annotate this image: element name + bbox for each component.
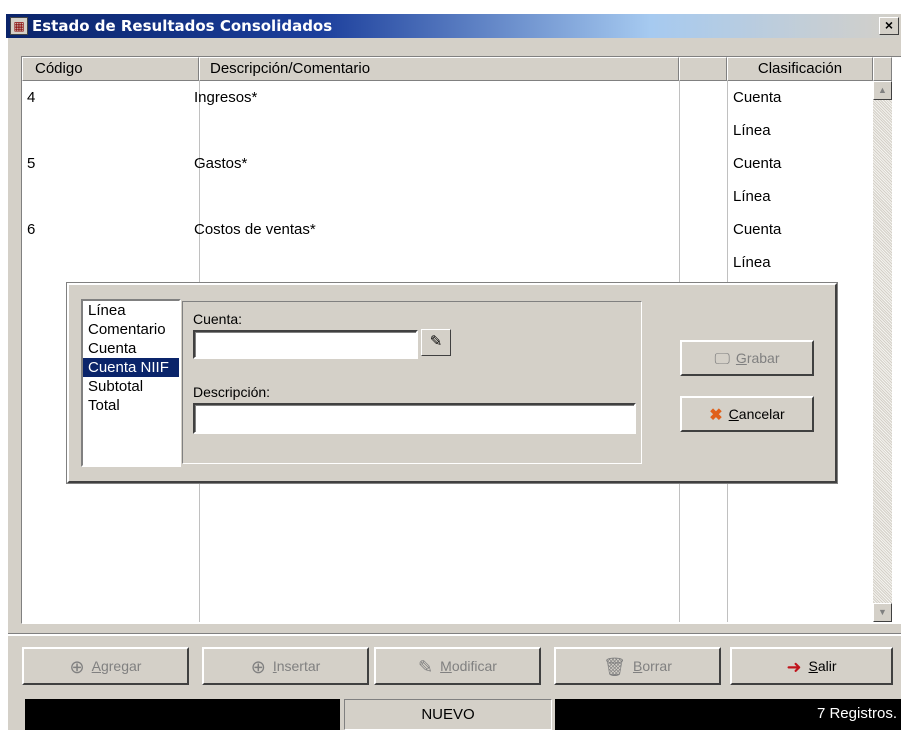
type-option-total[interactable]: Total [83, 396, 179, 415]
fields-group: Cuenta: ✎ Descripción: [182, 301, 642, 464]
cell-clasificacion[interactable]: Línea [733, 120, 771, 142]
red-x-icon: ✖ [709, 407, 723, 424]
cell-descripcion[interactable]: Gastos* [194, 153, 247, 175]
modificar-button[interactable]: ✎ Modificar [374, 647, 541, 685]
cell-descripcion[interactable]: Ingresos* [194, 87, 257, 109]
type-listbox[interactable]: Línea Comentario Cuenta Cuenta NIIF Subt… [81, 299, 181, 467]
type-option-cuenta[interactable]: Cuenta [83, 339, 179, 358]
trash-icon: 🗑 [603, 657, 626, 677]
borrar-button[interactable]: 🗑 Borrar [554, 647, 721, 685]
title-bar[interactable]: ▦ Estado de Resultados Consolidados × [6, 14, 901, 38]
scroll-down-icon[interactable]: ▼ [873, 603, 892, 622]
cancelar-button[interactable]: ✖ Cancelar [680, 396, 814, 432]
search-lookup-icon[interactable]: ✎ [421, 329, 451, 356]
type-option-linea[interactable]: Línea [83, 301, 179, 320]
cell-descripcion[interactable]: Costos de ventas* [194, 219, 316, 241]
cell-codigo[interactable]: 5 [27, 153, 35, 175]
status-left [25, 699, 340, 730]
descripcion-input[interactable] [193, 403, 636, 434]
window-title: Estado de Resultados Consolidados [32, 17, 333, 35]
grabar-button[interactable]: 🖵 Grabar [680, 340, 814, 376]
status-mode: NUEVO [344, 699, 552, 730]
entry-dialog: Línea Comentario Cuenta Cuenta NIIF Subt… [67, 283, 837, 483]
type-option-subtotal[interactable]: Subtotal [83, 377, 179, 396]
type-option-comentario[interactable]: Comentario [83, 320, 179, 339]
descripcion-label: Descripción: [193, 384, 271, 400]
salir-button[interactable]: ➜ Salir [730, 647, 893, 685]
bottom-toolbar: ⊕ Agregar ⊕ Insertar ✎ Modificar 🗑 Borrar ➜ S… [8, 634, 901, 685]
cell-codigo[interactable]: 4 [27, 87, 35, 109]
vertical-scrollbar[interactable]: ▲ ▼ [873, 81, 892, 622]
cell-codigo[interactable]: 6 [27, 219, 35, 241]
cell-clasificacion[interactable]: Línea [733, 186, 771, 208]
cuenta-label: Cuenta: [193, 311, 243, 327]
column-header-descripcion[interactable]: Descripción/Comentario [199, 57, 679, 81]
edit-pencil-icon: ✎ [418, 657, 434, 677]
status-records: 7 Registros. [555, 699, 901, 730]
insert-box-icon: ⊕ [250, 657, 266, 677]
column-header-codigo[interactable]: Código [22, 57, 199, 81]
column-header-blank[interactable] [679, 57, 727, 81]
add-box-icon: ⊕ [69, 657, 85, 677]
close-button[interactable]: × [879, 17, 899, 35]
cell-clasificacion[interactable]: Cuenta [733, 219, 781, 241]
agregar-button[interactable]: ⊕ Agregar [22, 647, 189, 685]
type-option-cuenta-niif[interactable]: Cuenta NIIF [83, 358, 179, 377]
cell-clasificacion[interactable]: Cuenta [733, 87, 781, 109]
monitor-save-icon: 🖵 [714, 351, 730, 368]
cell-clasificacion[interactable]: Cuenta [733, 153, 781, 175]
scroll-up-icon[interactable]: ▲ [873, 81, 892, 100]
exit-door-icon: ➜ [786, 657, 802, 677]
column-header-clasificacion[interactable]: Clasificación [727, 57, 873, 81]
cell-clasificacion[interactable]: Línea [733, 252, 771, 274]
app-window-icon: ▦ [10, 17, 28, 35]
insertar-button[interactable]: ⊕ Insertar [202, 647, 369, 685]
cuenta-input[interactable] [193, 330, 418, 359]
column-header-corner [873, 57, 892, 81]
